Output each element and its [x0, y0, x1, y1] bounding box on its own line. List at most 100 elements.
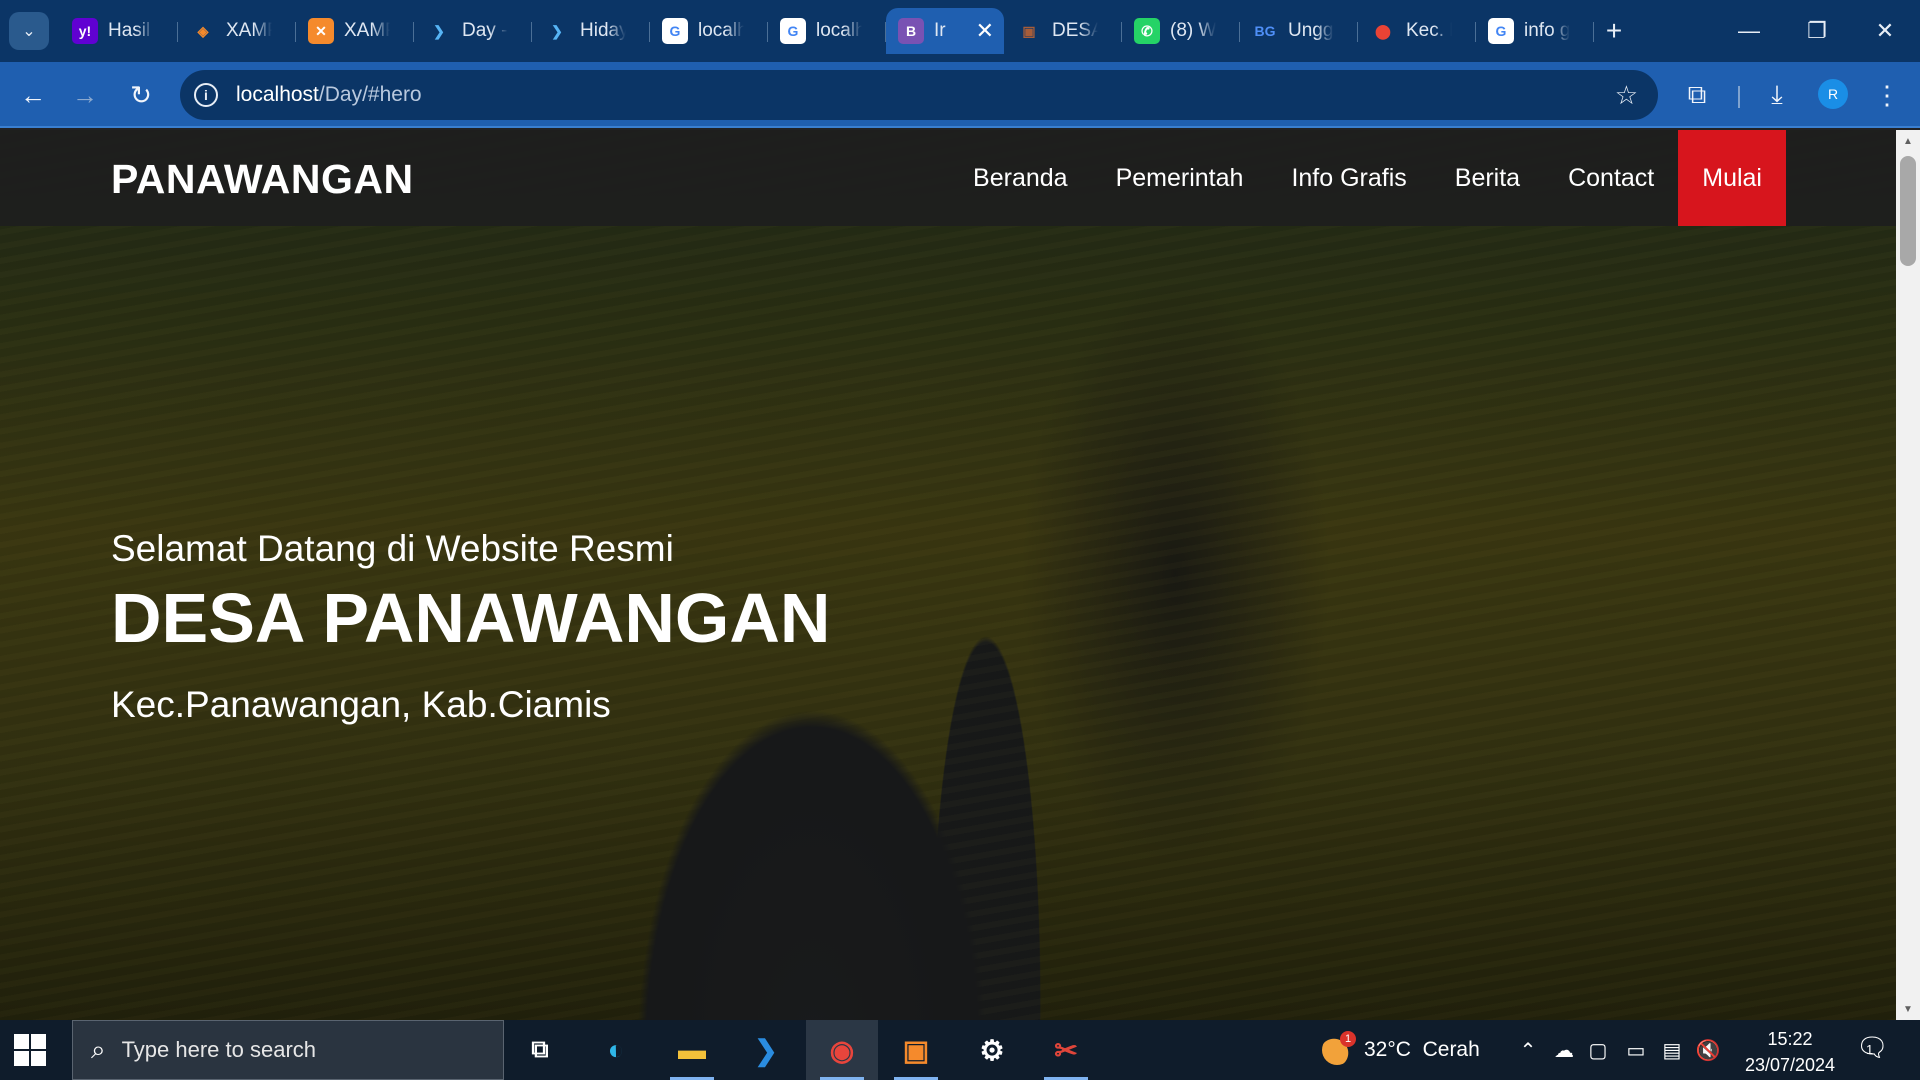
- browser-tab[interactable]: ✕ XAMP: [296, 8, 414, 54]
- forward-button[interactable]: →: [64, 74, 106, 116]
- browser-tab[interactable]: Glocalh: [768, 8, 886, 54]
- display-icon[interactable]: ▤: [1654, 1020, 1690, 1080]
- browser-tab[interactable]: ✆ (8) Wh: [1122, 8, 1240, 54]
- tab-title: XAMP: [226, 20, 272, 41]
- yahoo-icon: y!: [72, 18, 98, 44]
- flutter-icon: ❯: [551, 22, 563, 39]
- google-icon: G: [1488, 18, 1514, 44]
- file-explorer-icon[interactable]: ▬: [656, 1020, 728, 1080]
- scroll-down-icon[interactable]: ▼: [1896, 1000, 1920, 1018]
- scroll-up-icon[interactable]: ▲: [1896, 132, 1920, 150]
- whatsapp-icon: ✆: [1134, 18, 1160, 44]
- onedrive-cloud-icon[interactable]: ☁: [1546, 1020, 1582, 1080]
- tab-active[interactable]: B Ir ✕: [886, 8, 1004, 54]
- minimize-button[interactable]: —: [1716, 8, 1782, 54]
- site-nav-menu: Beranda Pemerintah Info Grafis Berita Co…: [949, 130, 1786, 226]
- windows-start-icon[interactable]: [14, 1034, 46, 1066]
- windows-taskbar: ⌕ Type here to search ⧉ ◐ ▬ ❯ ◉ ▣ ⚙ ✂ 1 …: [0, 1020, 1920, 1080]
- restore-icon: ❐: [1807, 18, 1827, 43]
- taskbar-search-placeholder: Type here to search: [121, 1037, 317, 1062]
- tab-title: Ungg: [1288, 20, 1334, 41]
- taskbar-search-box[interactable]: ⌕ Type here to search: [72, 1020, 504, 1080]
- restore-button[interactable]: ❐: [1784, 8, 1850, 54]
- minimize-icon: —: [1738, 18, 1760, 43]
- page-scrollbar[interactable]: ▲ ▼: [1896, 130, 1920, 1020]
- site-navbar: PANAWANGAN Beranda Pemerintah Info Grafi…: [0, 130, 1896, 226]
- weather-widget[interactable]: 1 32°C Cerah: [1322, 1020, 1480, 1080]
- browser-tab-strip: ⌄ y! Hasil (◈ XAMP ✕ XAMP ❯ Day - ❯ Hiday Glocalh…: [0, 0, 1920, 62]
- nav-item-contact[interactable]: Contact: [1544, 130, 1678, 226]
- browser-tab[interactable]: Ginfo g: [1476, 8, 1594, 54]
- puzzle-icon: ⧉: [1687, 79, 1707, 109]
- nav-item-info-grafis[interactable]: Info Grafis: [1267, 130, 1430, 226]
- browser-tab[interactable]: y! Hasil (: [60, 8, 178, 54]
- clock-date: 23/07/2024: [1744, 1055, 1836, 1075]
- task-view-icon[interactable]: ⧉: [504, 1020, 576, 1080]
- nav-item-berita[interactable]: Berita: [1431, 130, 1544, 226]
- desa-crest-icon: ▣: [1022, 22, 1036, 39]
- browser-tab[interactable]: ◈ XAMP: [178, 8, 296, 54]
- hero-subtitle: Kec.Panawangan, Kab.Ciamis: [111, 684, 611, 725]
- chevron-down-icon: ⌄: [22, 23, 36, 40]
- kebab-menu-icon: ⋮: [1874, 79, 1900, 110]
- notification-count: 1: [1866, 1042, 1874, 1057]
- meet-now-icon[interactable]: ▢: [1580, 1020, 1616, 1080]
- close-window-button[interactable]: ✕: [1852, 8, 1918, 54]
- hero-overlay: [0, 130, 1896, 1020]
- browser-menu-button[interactable]: ⋮: [1866, 74, 1908, 116]
- chevron-up-icon[interactable]: ⌃: [1510, 1020, 1546, 1080]
- chrome-icon[interactable]: ◉: [806, 1020, 878, 1080]
- downloads-button[interactable]: ⤓: [1756, 74, 1798, 116]
- tab-title: XAMP: [344, 20, 390, 41]
- url-text[interactable]: localhost/Day/#hero: [236, 83, 422, 107]
- maps-pin-icon: ⬤: [1375, 22, 1391, 39]
- tab-title: Ir: [934, 20, 946, 41]
- extensions-button[interactable]: ⧉: [1676, 74, 1718, 116]
- nav-item-pemerintah[interactable]: Pemerintah: [1092, 130, 1268, 226]
- reload-button[interactable]: ↻: [120, 74, 162, 116]
- web-page: PANAWANGAN Beranda Pemerintah Info Grafi…: [0, 130, 1896, 1020]
- plus-icon: +: [1605, 15, 1623, 46]
- browser-tab[interactable]: Glocalh: [650, 8, 768, 54]
- browser-tab[interactable]: ❯ Day -: [414, 8, 532, 54]
- weather-desc: Cerah: [1422, 1038, 1480, 1061]
- scroll-thumb[interactable]: [1900, 156, 1916, 266]
- address-bar[interactable]: i localhost/Day/#hero ☆: [180, 70, 1658, 120]
- notification-center-icon[interactable]: 🗨 1: [1856, 1032, 1889, 1063]
- site-info-icon[interactable]: i: [194, 83, 218, 107]
- tab-title: localh: [698, 20, 744, 41]
- browser-tab[interactable]: ⬤ Kec. P: [1358, 8, 1476, 54]
- flutter-icon: ❯: [433, 22, 445, 39]
- tab-close-icon[interactable]: ✕: [976, 18, 994, 44]
- snipping-tool-icon[interactable]: ✂: [1030, 1020, 1102, 1080]
- hero-title: DESA PANAWANGAN: [111, 579, 831, 657]
- mulai-button[interactable]: Mulai: [1678, 130, 1786, 226]
- search-icon: ⌕: [91, 1034, 106, 1064]
- browser-tab[interactable]: ❯ Hiday: [532, 8, 650, 54]
- close-icon: ✕: [1875, 18, 1895, 43]
- volume-muted-icon[interactable]: 🔇: [1690, 1020, 1726, 1080]
- url-path: /Day/#hero: [318, 83, 422, 106]
- google-icon: G: [662, 18, 688, 44]
- vscode-icon[interactable]: ❯: [730, 1020, 802, 1080]
- profile-avatar[interactable]: R: [1818, 79, 1848, 109]
- clock-time: 15:22: [1767, 1029, 1813, 1049]
- browser-tab[interactable]: BG Ungg: [1240, 8, 1358, 54]
- xampp-diamond-icon: ◈: [197, 22, 209, 39]
- settings-icon[interactable]: ⚙: [956, 1020, 1028, 1080]
- back-button[interactable]: ←: [12, 74, 54, 116]
- xampp-icon[interactable]: ▣: [880, 1020, 952, 1080]
- new-tab-button[interactable]: +: [1596, 13, 1632, 49]
- browser-tab[interactable]: ▣ DESA: [1004, 8, 1122, 54]
- taskbar-clock[interactable]: 15:22 23/07/2024: [1736, 1026, 1844, 1078]
- google-icon: G: [780, 18, 806, 44]
- network-icon[interactable]: ▭: [1618, 1020, 1654, 1080]
- tab-title: Day -: [462, 20, 508, 41]
- tab-list: y!Hasil (◈XAMP✕XAMP❯Day -❯HidayGlocalhGl…: [60, 8, 1594, 54]
- edge-icon[interactable]: ◐: [580, 1020, 652, 1080]
- tab-search-button[interactable]: ⌄: [9, 12, 49, 50]
- tab-title: DESA: [1052, 20, 1098, 41]
- nav-item-beranda[interactable]: Beranda: [949, 130, 1092, 226]
- site-logo[interactable]: PANAWANGAN: [111, 156, 414, 203]
- bookmark-star-icon[interactable]: ☆: [1615, 80, 1638, 111]
